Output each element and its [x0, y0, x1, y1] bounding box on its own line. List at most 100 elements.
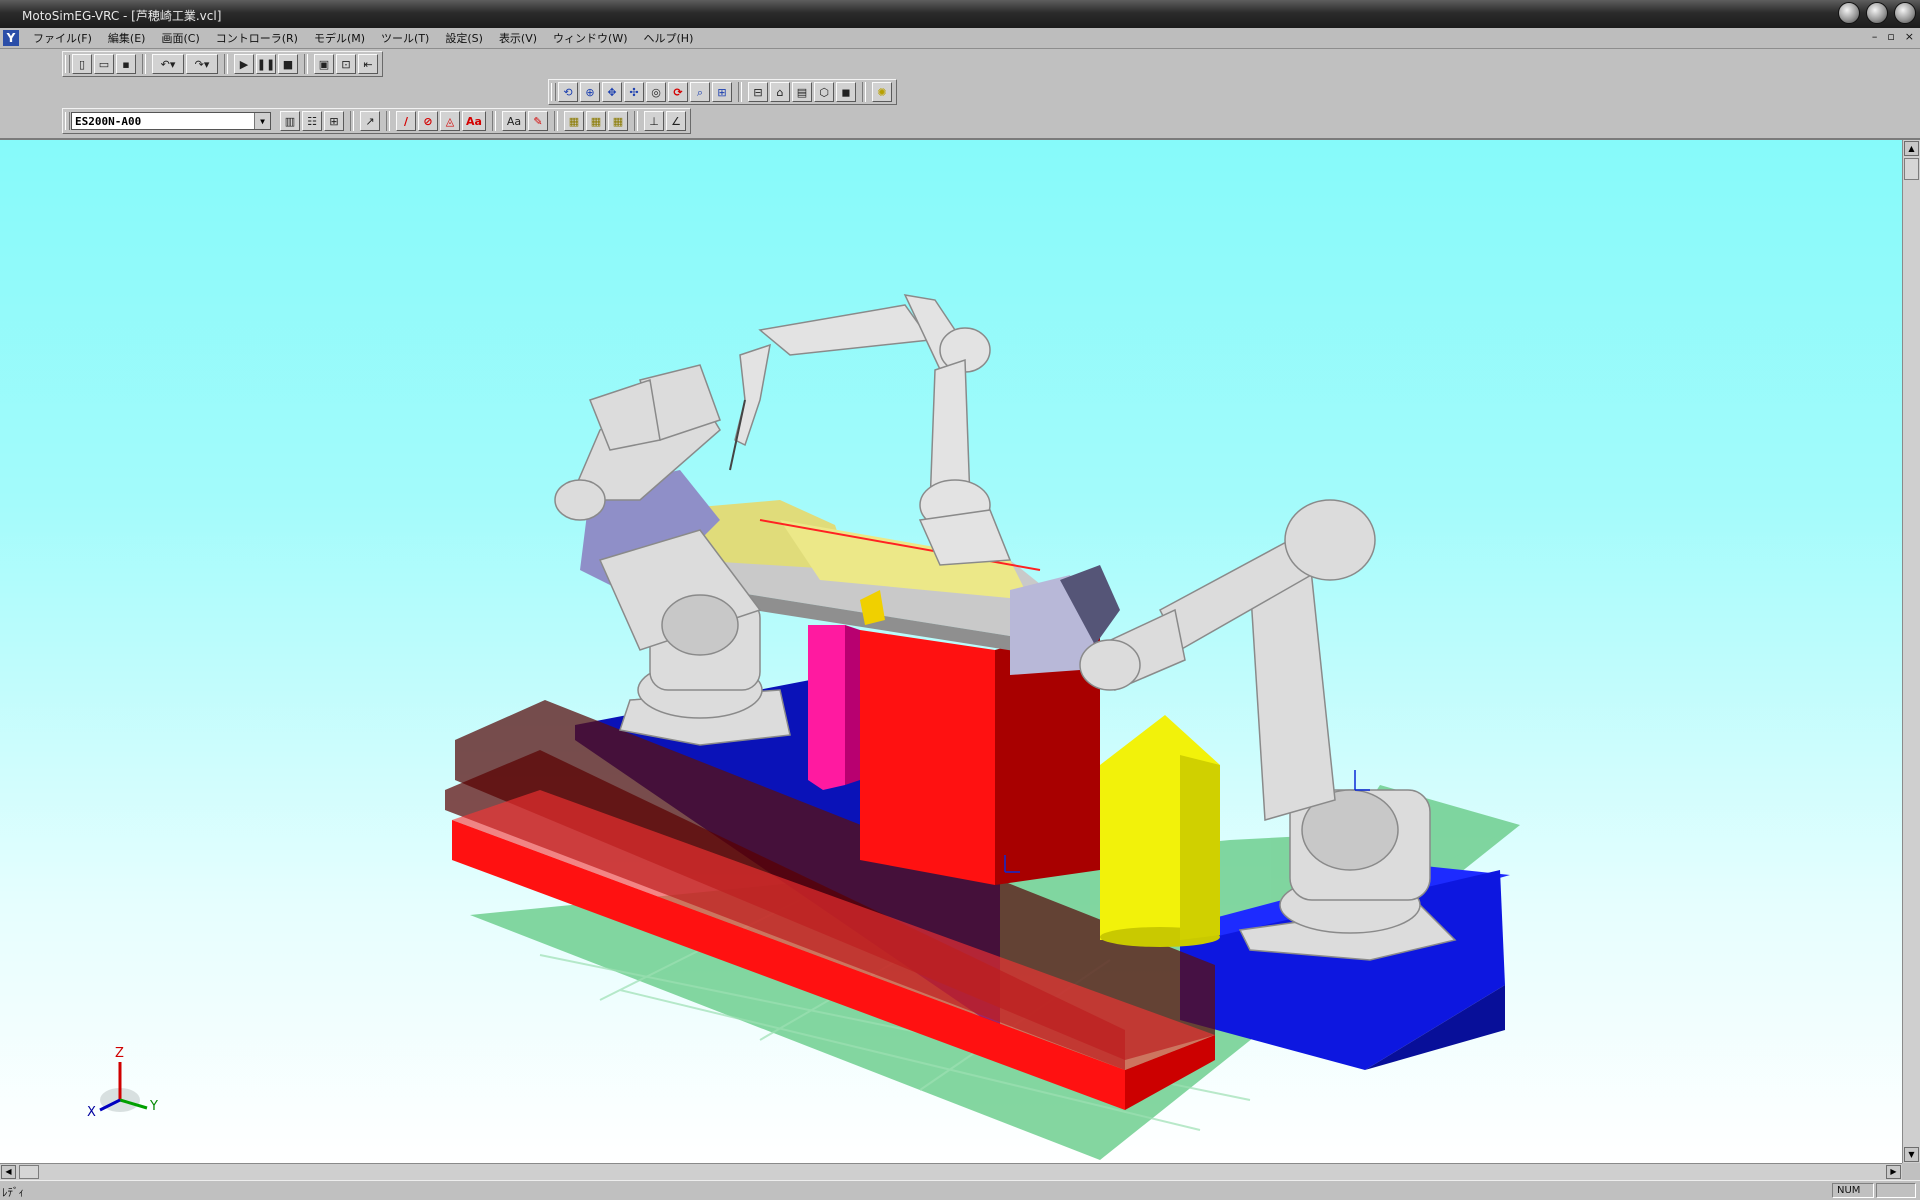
toolbar-separator: [554, 111, 558, 131]
light-icon[interactable]: ✺: [872, 82, 892, 102]
menu-file[interactable]: ファイル(F): [25, 30, 100, 46]
scroll-down-icon[interactable]: ▼: [1904, 1147, 1919, 1162]
mdi-minimize-button[interactable]: –: [1872, 30, 1878, 43]
pendant-icon[interactable]: ▥: [280, 111, 300, 131]
toolbar-separator: [142, 54, 146, 74]
jog-icon[interactable]: ⇤: [358, 54, 378, 74]
pink-post-side: [845, 625, 860, 785]
toolbar-separator: [634, 111, 638, 131]
window-controls: [1838, 2, 1916, 24]
menu-model[interactable]: モデル(M): [306, 30, 373, 46]
minimize-button[interactable]: [1838, 2, 1860, 24]
pink-post: [808, 625, 845, 790]
zoom-window-icon[interactable]: ⊕: [580, 82, 600, 102]
axis-y-label: Y: [149, 1099, 158, 1114]
standard-toolbar: ▯ ▭ ▪ ↶▾ ↷▾ ▶ ❚❚ ■ ▣ ⊡ ⇤: [62, 51, 383, 77]
close-button[interactable]: [1894, 2, 1916, 24]
title-bar: MotoSimEG-VRC - [芦穂崎工業.vcl]: [0, 0, 1920, 28]
zoom-icon[interactable]: ⌕: [690, 82, 710, 102]
menu-bar: Y ファイル(F) 編集(E) 画面(C) コントローラ(R) モデル(M) ツ…: [0, 28, 1920, 49]
toolbar-separator: [386, 111, 390, 131]
cell-window-icon[interactable]: ▣: [314, 54, 334, 74]
menu-screen[interactable]: 画面(C): [153, 30, 207, 46]
pan-icon[interactable]: ✣: [624, 82, 644, 102]
chevron-down-icon[interactable]: ▼: [254, 113, 270, 129]
menu-help[interactable]: ヘルプ(H): [636, 30, 702, 46]
graph-icon[interactable]: ⊡: [336, 54, 356, 74]
mdi-controls: – ▫ ×: [1872, 30, 1914, 43]
robot-select-value: ES200N-A00: [75, 114, 142, 128]
text-icon[interactable]: Aa: [502, 111, 526, 131]
red-text-icon[interactable]: Aa: [462, 111, 486, 131]
maximize-button[interactable]: [1866, 2, 1888, 24]
menu-view[interactable]: 表示(V): [491, 30, 545, 46]
toolbar-separator: [224, 54, 228, 74]
trace-erase-icon[interactable]: ◬: [440, 111, 460, 131]
new-file-icon[interactable]: ▯: [72, 54, 92, 74]
view-top-icon[interactable]: ▤: [792, 82, 812, 102]
grid-icon[interactable]: ▦: [564, 111, 584, 131]
grid-snap-icon[interactable]: ▦: [608, 111, 628, 131]
save-icon[interactable]: ▪: [116, 54, 136, 74]
undo-icon[interactable]: ↶▾: [152, 54, 184, 74]
toolbar-separator: [738, 82, 742, 102]
toolbar-area: ▯ ▭ ▪ ↶▾ ↷▾ ▶ ❚❚ ■ ▣ ⊡ ⇤ ⟲ ⊕ ✥ ✣ ◎ ⟳ ⌕ ⊞…: [0, 49, 1920, 140]
measure-angle-icon[interactable]: ∠: [666, 111, 686, 131]
horizontal-scrollbar[interactable]: ◀ ▶: [0, 1163, 1902, 1180]
menu-edit[interactable]: 編集(E): [100, 30, 154, 46]
pause-icon[interactable]: ❚❚: [256, 54, 276, 74]
app-logo-icon[interactable]: Y: [3, 30, 19, 46]
vertical-scroll-thumb[interactable]: [1904, 158, 1919, 180]
menu-tools[interactable]: ツール(T): [373, 30, 437, 46]
3d-viewport[interactable]: Z Y X: [0, 140, 1902, 1163]
fit-view-icon[interactable]: ⊞: [712, 82, 732, 102]
job-list-icon[interactable]: ☷: [302, 111, 322, 131]
view-toolbar: ⟲ ⊕ ✥ ✣ ◎ ⟳ ⌕ ⊞ ⊟ ⌂ ▤ ⬡ ◼ ✺: [548, 79, 897, 105]
layout-icon[interactable]: ⊞: [324, 111, 344, 131]
num-lock-indicator: NUM: [1832, 1183, 1874, 1198]
status-bar: ﾚﾃﾞｨ NUM: [0, 1180, 1920, 1200]
window-title: MotoSimEG-VRC - [芦穂崎工業.vcl]: [22, 9, 222, 23]
open-folder-icon[interactable]: ▭: [94, 54, 114, 74]
scroll-left-icon[interactable]: ◀: [1, 1165, 16, 1179]
paint-icon[interactable]: ✎: [528, 111, 548, 131]
scroll-right-icon[interactable]: ▶: [1886, 1165, 1901, 1179]
menu-controller[interactable]: コントローラ(R): [208, 30, 306, 46]
grid-settings-icon[interactable]: ▦: [586, 111, 606, 131]
toolbar-separator: [492, 111, 496, 131]
status-panel-empty: [1876, 1183, 1916, 1198]
spin-icon[interactable]: ⟳: [668, 82, 688, 102]
axis-x-label: X: [87, 1105, 96, 1120]
robot-cell-scene: Z Y X: [87, 294, 1520, 1160]
teach-point-icon[interactable]: ↗: [360, 111, 380, 131]
toolbar-separator: [304, 54, 308, 74]
menu-window[interactable]: ウィンドウ(W): [545, 30, 635, 46]
toolbar-separator: [350, 111, 354, 131]
trace-clear-icon[interactable]: ⊘: [418, 111, 438, 131]
vertical-scrollbar[interactable]: ▲ ▼: [1902, 140, 1920, 1163]
robot-toolbar: ES200N-A00 ▼ ▥ ☷ ⊞ ↗ ∕ ⊘ ◬ Aa Aa ✎ ▦ ▦ ▦…: [62, 108, 691, 134]
trace-pen-icon[interactable]: ∕: [396, 111, 416, 131]
menu-settings[interactable]: 設定(S): [437, 30, 491, 46]
redo-icon[interactable]: ↷▾: [186, 54, 218, 74]
scrollbar-corner: [1902, 1163, 1920, 1180]
status-message: ﾚﾃﾞｨ: [2, 1186, 24, 1199]
stop-icon[interactable]: ■: [278, 54, 298, 74]
toolbar-separator: [862, 82, 866, 102]
axis-z-label: Z: [115, 1046, 124, 1061]
view-front-icon[interactable]: ⊟: [748, 82, 768, 102]
rotate-3d-icon[interactable]: ✥: [602, 82, 622, 102]
robot-select[interactable]: ES200N-A00 ▼: [71, 112, 271, 130]
horizontal-scroll-thumb[interactable]: [19, 1165, 39, 1179]
view-home-icon[interactable]: ⌂: [770, 82, 790, 102]
measure-distance-icon[interactable]: ⊥: [644, 111, 664, 131]
camera-icon[interactable]: ◼: [836, 82, 856, 102]
play-icon[interactable]: ▶: [234, 54, 254, 74]
axis-triad: Z Y X: [87, 1046, 158, 1120]
view-iso-icon[interactable]: ⬡: [814, 82, 834, 102]
scroll-up-icon[interactable]: ▲: [1904, 141, 1919, 156]
rotate-view-icon[interactable]: ⟲: [558, 82, 578, 102]
target-icon[interactable]: ◎: [646, 82, 666, 102]
mdi-close-button[interactable]: ×: [1905, 30, 1914, 43]
mdi-restore-button[interactable]: ▫: [1887, 30, 1894, 43]
